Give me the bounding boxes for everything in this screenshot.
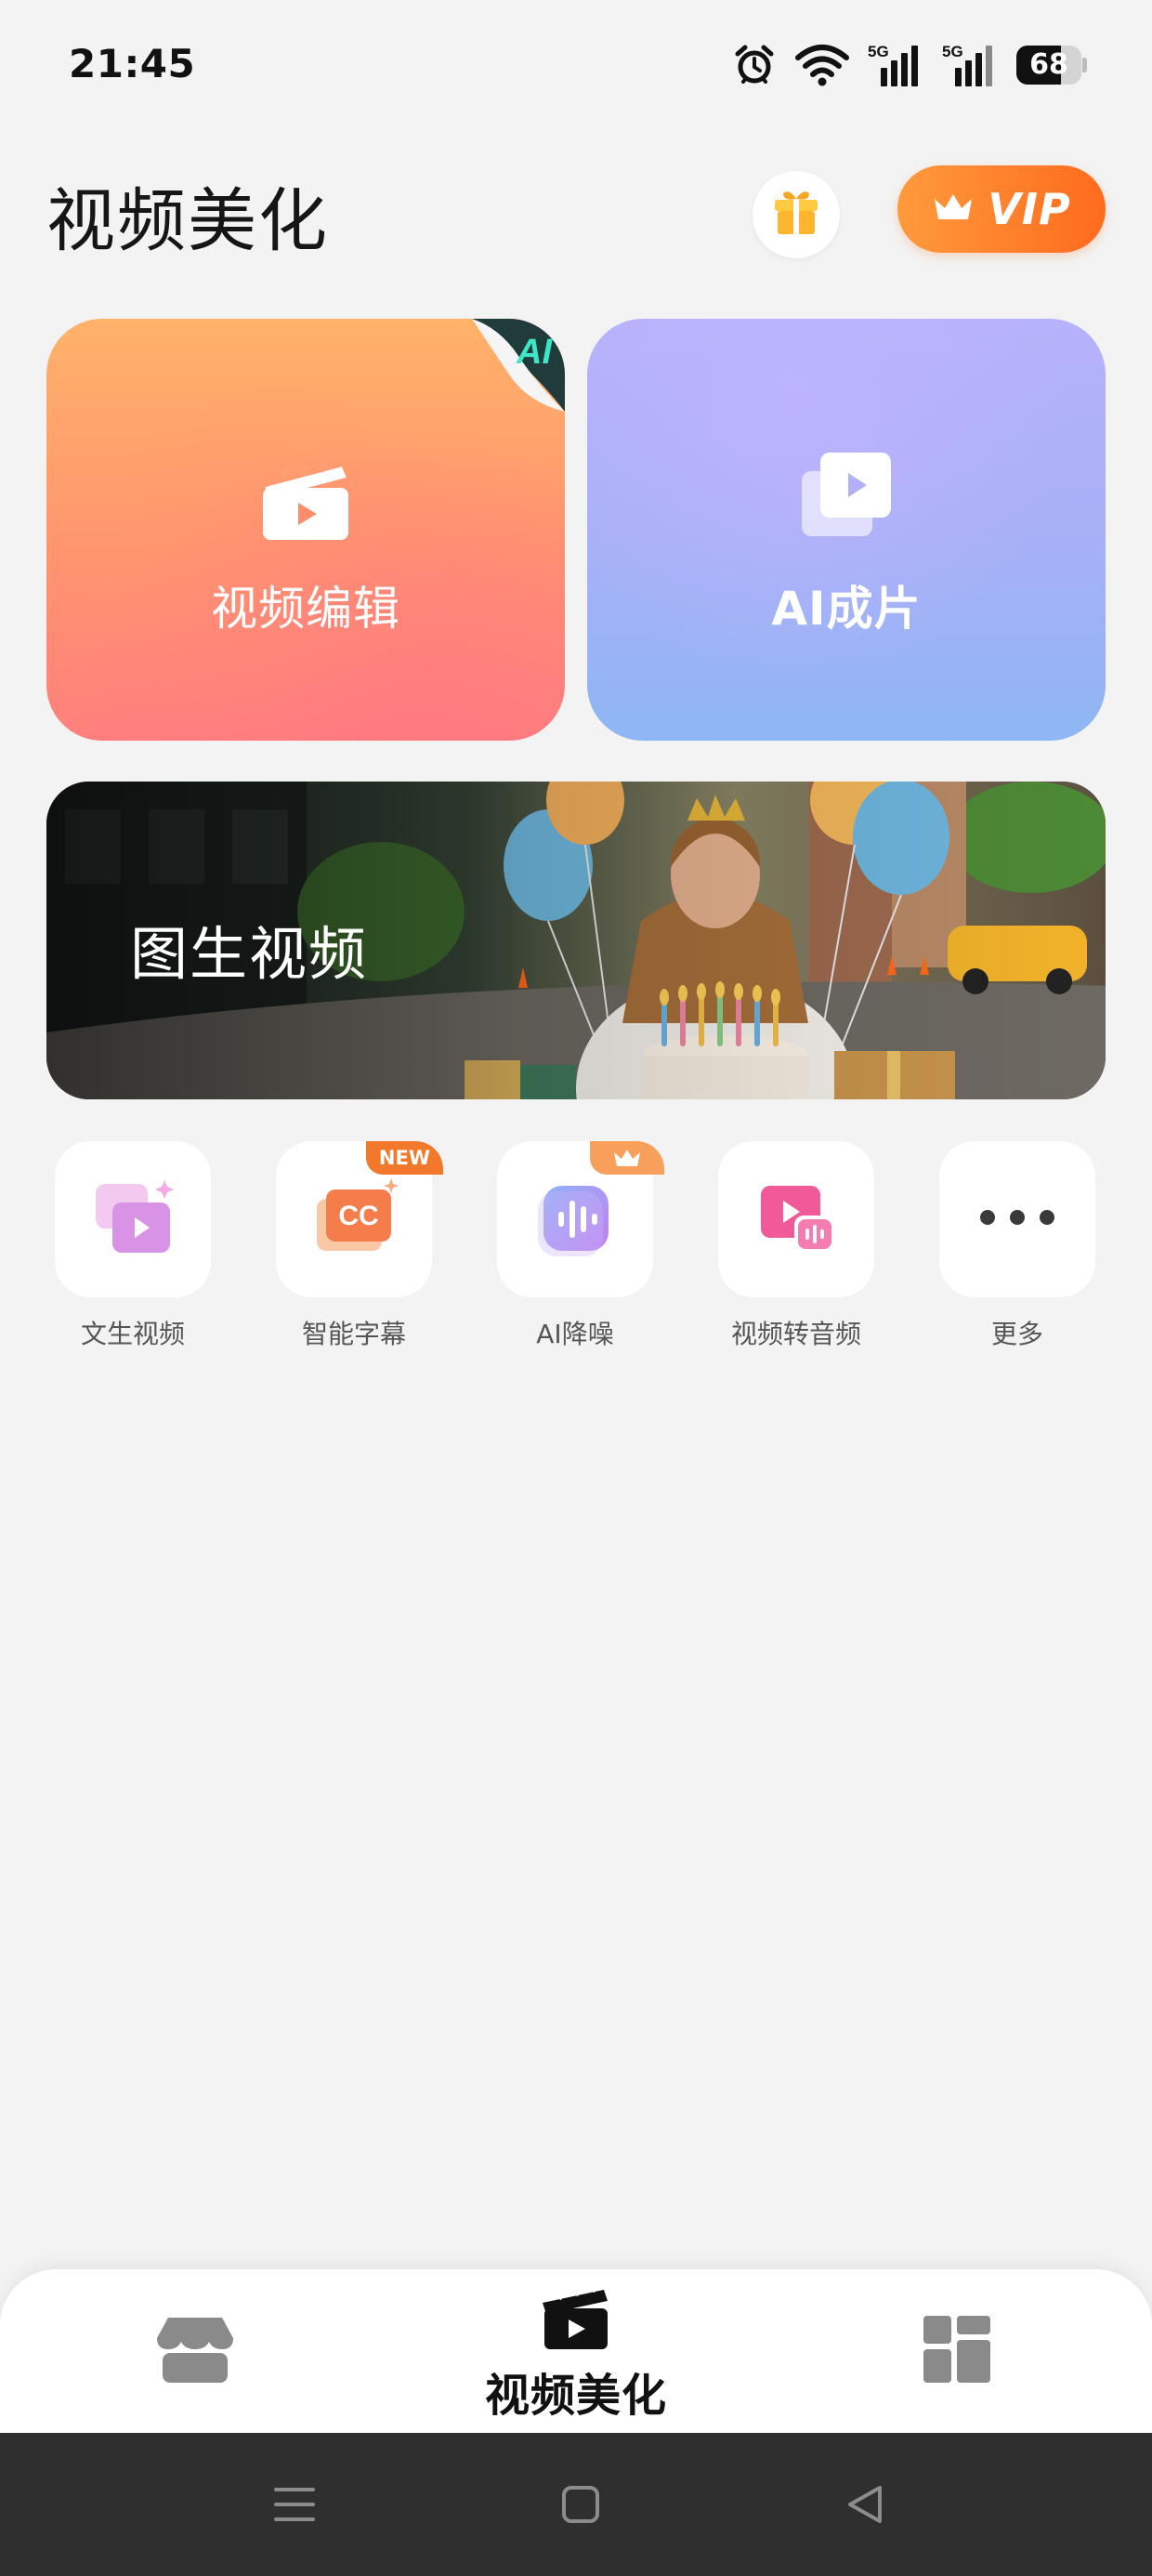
svg-text:CC: CC — [338, 1201, 378, 1231]
nav-more-apps[interactable] — [901, 2269, 1013, 2433]
menu-button[interactable] — [262, 2474, 327, 2539]
svg-text:5G: 5G — [868, 43, 889, 60]
clapperboard-icon — [257, 449, 354, 549]
page-title: 视频美化 — [46, 181, 329, 261]
store-icon — [155, 2312, 235, 2390]
vip-label: VIP — [988, 184, 1071, 234]
tool-label: 文生视频 — [80, 1319, 185, 1349]
grid-apps-icon — [920, 2312, 994, 2390]
home-button[interactable] — [548, 2474, 613, 2539]
text-to-video-icon — [88, 1173, 177, 1266]
battery-level: 68 — [1029, 48, 1068, 81]
tool-tile[interactable] — [718, 1141, 874, 1297]
gift-icon — [769, 186, 823, 243]
battery-indicator: 68 — [1016, 46, 1087, 85]
ai-corner-badge: AI — [472, 319, 565, 412]
text-to-video-tool[interactable]: 文生视频 — [40, 1141, 226, 1351]
more-dots-icon — [978, 1208, 1056, 1230]
stacked-video-icon — [798, 449, 895, 549]
video-to-audio-icon — [752, 1173, 841, 1266]
tool-label: 智能字幕 — [301, 1319, 406, 1349]
video-to-audio-tool[interactable]: 视频转音频 — [703, 1141, 889, 1351]
ai-denoise-tool[interactable]: AI降噪 — [482, 1141, 668, 1351]
smart-subtitles-tool[interactable]: NEW CC 智能字幕 — [261, 1141, 447, 1351]
tool-label: 视频转音频 — [730, 1319, 861, 1349]
clapperboard-icon — [539, 2279, 613, 2357]
vip-button[interactable]: VIP — [897, 165, 1106, 253]
svg-text:5G: 5G — [942, 43, 963, 60]
new-badge: NEW — [365, 1141, 443, 1175]
tool-label: AI降噪 — [536, 1319, 614, 1349]
status-bar: 21:45 5G 5G 68 — [0, 0, 1152, 130]
video-edit-label: 视频编辑 — [211, 582, 400, 636]
tool-tile[interactable] — [55, 1141, 211, 1297]
ai-film-label: AI成片 — [771, 582, 922, 636]
tool-label: 更多 — [990, 1319, 1043, 1349]
tool-tile[interactable] — [939, 1141, 1095, 1297]
gift-button[interactable] — [753, 171, 840, 258]
home-square-icon — [560, 2484, 601, 2529]
crown-icon — [932, 191, 975, 227]
back-button[interactable] — [832, 2474, 897, 2539]
subtitles-cc-icon: CC — [309, 1173, 399, 1266]
back-triangle-icon — [843, 2482, 887, 2530]
audio-waveform-icon — [530, 1173, 620, 1266]
system-navigation-bar — [0, 2433, 1152, 2576]
ai-corner-text: AI — [516, 333, 553, 372]
menu-icon — [272, 2484, 317, 2529]
nav-video-beautify[interactable]: 视频美化 — [465, 2269, 687, 2433]
wifi-icon — [795, 44, 849, 86]
ai-film-card[interactable]: AI成片 — [587, 319, 1106, 741]
banner-label: 图生视频 — [130, 920, 369, 988]
nav-active-label: 视频美化 — [484, 2370, 667, 2422]
tool-tile[interactable] — [497, 1141, 664, 1297]
status-icons: 5G 5G 68 — [732, 41, 1087, 89]
status-time: 21:45 — [69, 41, 196, 86]
tool-tile[interactable]: NEW CC — [276, 1141, 443, 1297]
video-edit-card[interactable]: AI 视频编辑 — [46, 319, 565, 741]
bottom-nav: 视频美化 — [0, 2269, 1152, 2433]
alarm-icon — [732, 43, 777, 87]
cellular-signal-icon: 5G — [942, 42, 998, 88]
cellular-signal-icon: 5G — [868, 42, 923, 88]
image-to-video-banner[interactable]: 图生视频 — [46, 782, 1106, 1099]
nav-store[interactable] — [139, 2269, 251, 2433]
more-tool[interactable]: 更多 — [924, 1141, 1110, 1351]
vip-crown-badge — [590, 1141, 664, 1175]
